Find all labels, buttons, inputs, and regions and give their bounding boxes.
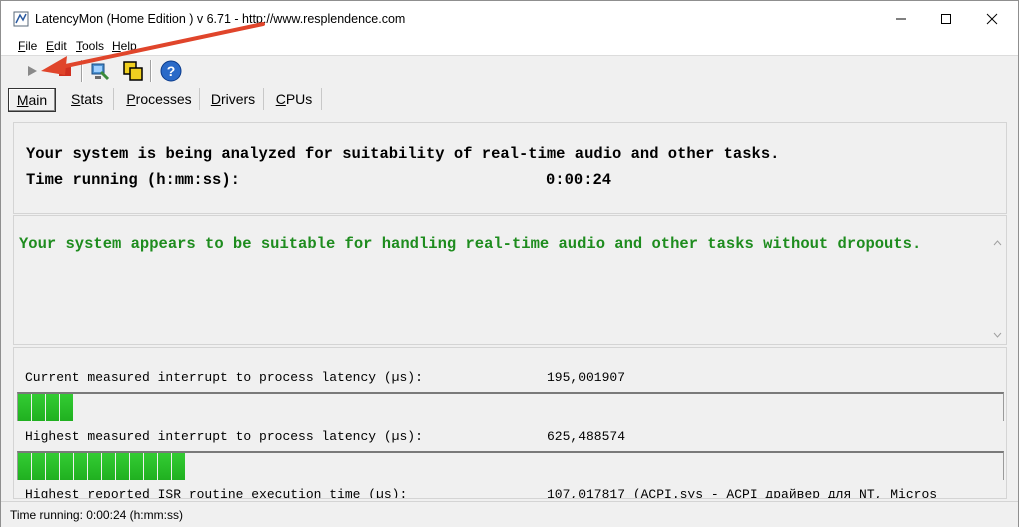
bar-segment bbox=[18, 453, 31, 480]
bar-segment bbox=[46, 394, 59, 421]
minimize-icon bbox=[896, 18, 906, 20]
bar-segment bbox=[102, 453, 115, 480]
metric-value: 195,001907 bbox=[547, 370, 626, 385]
toolbar: ? bbox=[1, 56, 1018, 86]
app-window: LatencyMon (Home Edition ) v 6.71 - http… bbox=[0, 0, 1019, 527]
scroll-up-button[interactable] bbox=[992, 238, 1002, 248]
menu-file[interactable]: File bbox=[18, 39, 37, 53]
menu-help[interactable]: Help bbox=[112, 39, 137, 53]
verdict-panel: Your system appears to be suitable for h… bbox=[13, 215, 1007, 345]
metric-value: 107,017817 (ACPI.sys - ACPI драйвер для … bbox=[547, 487, 938, 499]
bar-segment bbox=[144, 453, 157, 480]
bar-segment bbox=[74, 453, 87, 480]
bar-segment bbox=[116, 453, 129, 480]
metric-value: 625,488574 bbox=[547, 429, 626, 444]
analysis-panel: Your system is being analyzed for suitab… bbox=[13, 122, 1007, 214]
metric-label: Highest measured interrupt to process la… bbox=[25, 429, 423, 444]
help-button[interactable]: ? bbox=[159, 59, 183, 83]
tab-main-accel: M bbox=[16, 92, 29, 108]
tab-processes-accel: P bbox=[126, 91, 136, 107]
latency-bar-fill bbox=[18, 453, 186, 480]
tab-main[interactable]: Main bbox=[8, 88, 56, 112]
tab-cpus-label: PUs bbox=[285, 91, 313, 107]
bar-segment bbox=[32, 394, 45, 421]
menu-tools-label: ools bbox=[82, 39, 105, 53]
copy-icon bbox=[123, 61, 143, 81]
tab-drivers[interactable]: Drivers bbox=[203, 88, 264, 110]
tab-cpus[interactable]: C PUs bbox=[267, 88, 322, 110]
stop-icon bbox=[59, 66, 71, 76]
menu-bar: File Edit Tools Help bbox=[1, 37, 1018, 56]
menu-edit-accel: E bbox=[46, 39, 55, 53]
stop-button[interactable] bbox=[53, 59, 77, 83]
maximize-icon bbox=[941, 14, 951, 24]
tab-main-label: ain bbox=[28, 92, 48, 108]
status-text: Time running: 0:00:24 (h:mm:ss) bbox=[10, 508, 183, 522]
copy-button[interactable] bbox=[121, 59, 145, 83]
analyze-button[interactable] bbox=[88, 59, 112, 83]
bar-segment bbox=[88, 453, 101, 480]
toolbar-separator bbox=[81, 60, 83, 82]
app-logo-icon bbox=[13, 11, 29, 27]
metrics-panel: Current measured interrupt to process la… bbox=[13, 347, 1007, 499]
window-title: LatencyMon (Home Edition ) v 6.71 - http… bbox=[35, 12, 406, 26]
menu-help-accel: H bbox=[112, 39, 121, 53]
latency-bar-fill bbox=[18, 394, 74, 421]
help-icon: ? bbox=[160, 60, 182, 82]
menu-tools[interactable]: Tools bbox=[76, 39, 104, 53]
time-running-value: 0:00:24 bbox=[546, 171, 612, 189]
tab-processes[interactable]: Processes bbox=[119, 88, 200, 110]
bar-segment bbox=[32, 453, 45, 480]
maximize-button[interactable] bbox=[923, 1, 969, 37]
analysis-status-text: Your system is being analyzed for suitab… bbox=[26, 145, 780, 163]
svg-text:?: ? bbox=[167, 63, 176, 79]
tab-stats-label: tats bbox=[80, 91, 103, 107]
tab-strip: Main Stats Processes Drivers C PUs bbox=[1, 86, 1018, 114]
bar-segment bbox=[46, 453, 59, 480]
time-running-label: Time running (h:mm:ss): bbox=[26, 171, 240, 189]
menu-help-label: elp bbox=[120, 39, 137, 53]
scroll-down-button[interactable] bbox=[992, 330, 1002, 340]
tab-processes-label: rocesses bbox=[135, 91, 192, 107]
latency-bar bbox=[17, 451, 1004, 480]
toolbar-separator bbox=[150, 60, 152, 82]
latency-bar bbox=[17, 392, 1004, 421]
bar-segment bbox=[158, 453, 171, 480]
tab-drivers-label: rivers bbox=[220, 91, 256, 107]
menu-edit-label: dit bbox=[54, 39, 67, 53]
bar-segment bbox=[130, 453, 143, 480]
metric-label: Current measured interrupt to process la… bbox=[25, 370, 423, 385]
menu-file-label: ile bbox=[25, 39, 38, 53]
bar-segment bbox=[60, 394, 73, 421]
chevron-down-icon bbox=[993, 332, 1001, 338]
bar-segment bbox=[18, 394, 31, 421]
tab-drivers-accel: D bbox=[210, 91, 221, 107]
tab-stats-accel: S bbox=[71, 91, 81, 107]
title-bar: LatencyMon (Home Edition ) v 6.71 - http… bbox=[1, 1, 1018, 37]
menu-edit[interactable]: Edit bbox=[46, 39, 67, 53]
close-button[interactable] bbox=[969, 1, 1015, 37]
status-bar: Time running: 0:00:24 (h:mm:ss) bbox=[1, 501, 1018, 527]
minimize-button[interactable] bbox=[878, 1, 924, 37]
chevron-up-icon bbox=[993, 240, 1001, 246]
analyze-icon bbox=[91, 63, 110, 81]
metric-label: Highest reported ISR routine execution t… bbox=[25, 487, 408, 499]
tab-cpus-accel: C bbox=[275, 91, 286, 107]
close-icon bbox=[986, 13, 998, 25]
bar-segment bbox=[60, 453, 73, 480]
tab-stats[interactable]: Stats bbox=[61, 88, 114, 110]
verdict-text: Your system appears to be suitable for h… bbox=[19, 235, 922, 253]
bar-segment bbox=[172, 453, 185, 480]
play-icon bbox=[28, 66, 37, 76]
start-button[interactable] bbox=[20, 59, 44, 83]
